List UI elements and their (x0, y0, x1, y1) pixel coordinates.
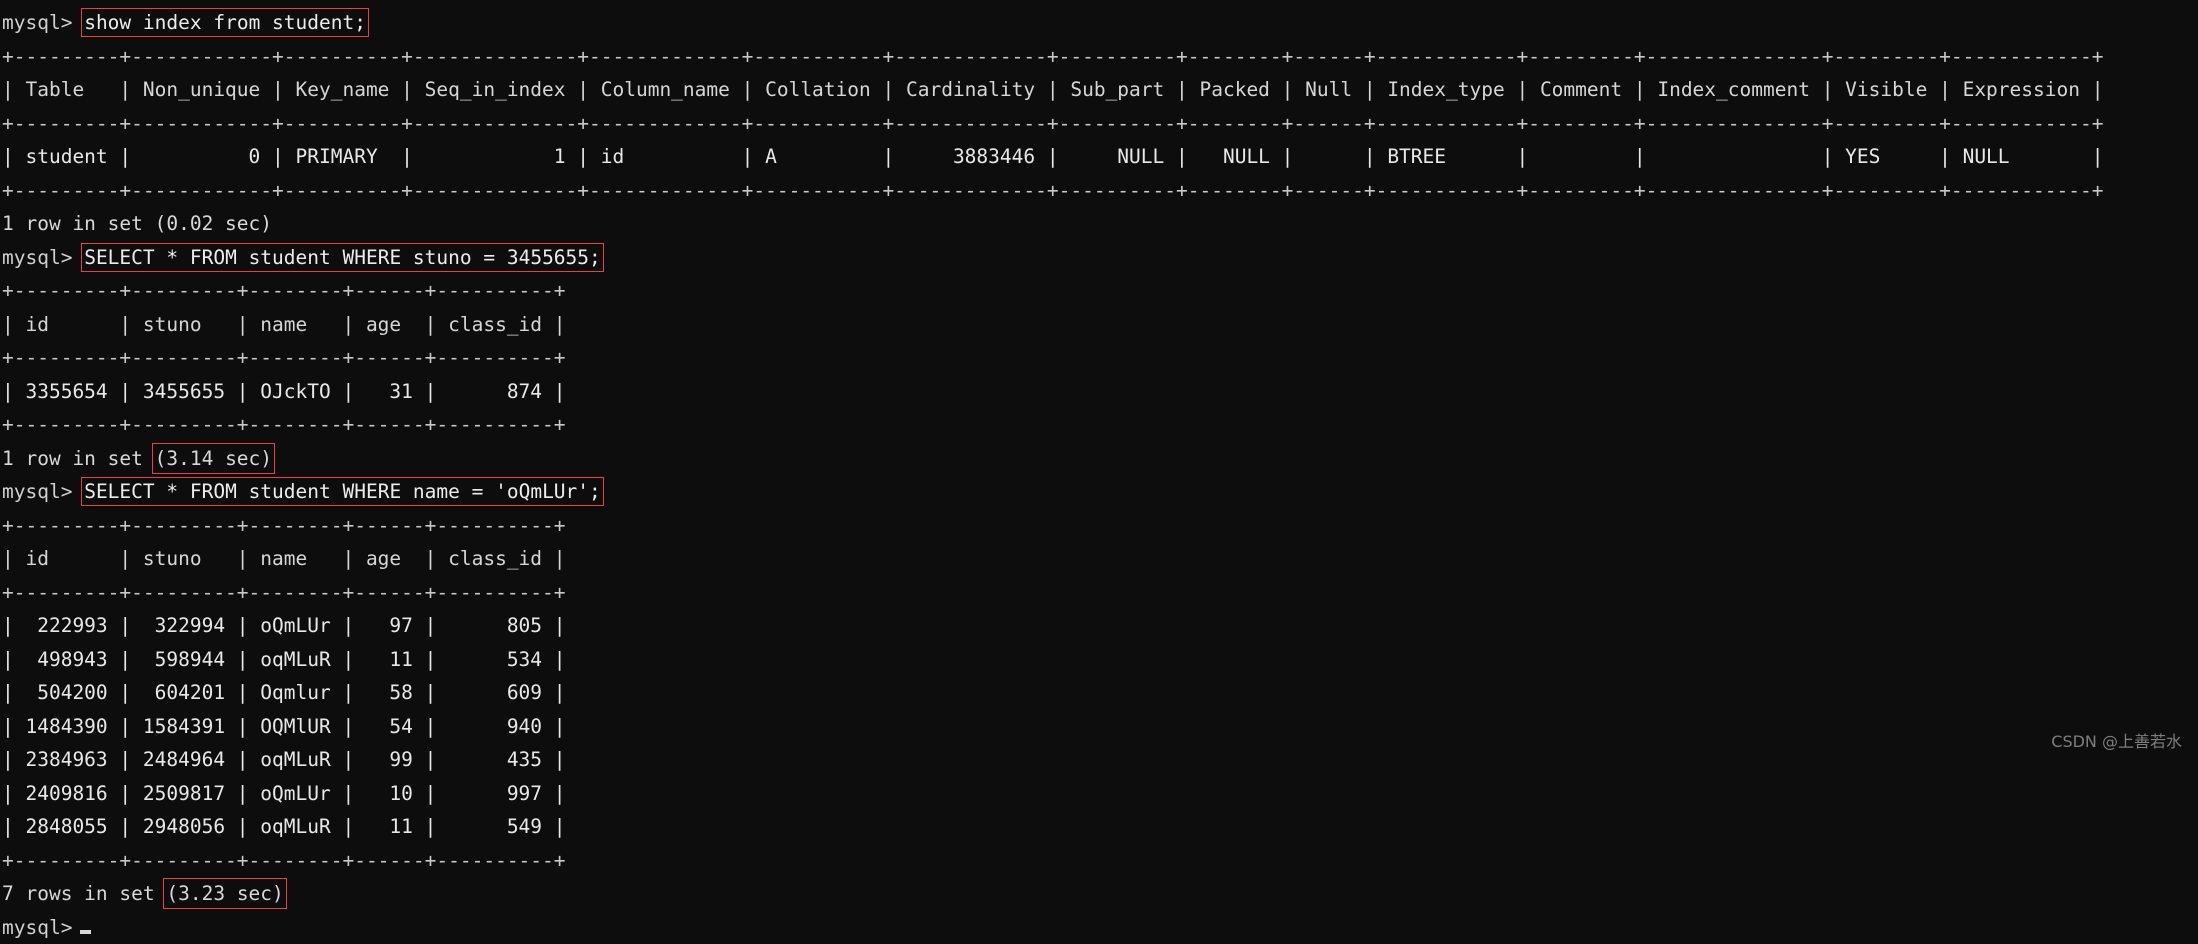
table-1-bottom-rule: +---------+------------+----------+-----… (0, 174, 2198, 208)
final-prompt-line[interactable]: mysql> (0, 911, 2198, 944)
table-3-header-rule: +---------+---------+--------+------+---… (0, 576, 2198, 610)
terminal-window[interactable]: mysql> show index from student; +-------… (0, 0, 2198, 762)
command-line-2: mysql> SELECT * FROM student WHERE stuno… (0, 241, 2198, 275)
prompt-2: mysql> (2, 246, 72, 269)
table-3-header: | id | stuno | name | age | class_id | (0, 542, 2198, 576)
table-3-bottom-rule: +---------+---------+--------+------+---… (0, 844, 2198, 878)
prompt-final: mysql> (2, 916, 72, 939)
table-row: | 504200 | 604201 | Oqmlur | 58 | 609 | (0, 676, 2198, 710)
table-2-header-rule: +---------+---------+--------+------+---… (0, 341, 2198, 375)
table-2-header: | id | stuno | name | age | class_id | (0, 308, 2198, 342)
prompt-3: mysql> (2, 480, 72, 503)
command-line-1: mysql> show index from student; (0, 6, 2198, 40)
table-row: | 3355654 | 3455655 | OJckTO | 31 | 874 … (0, 375, 2198, 409)
table-2-bottom-rule: +---------+---------+--------+------+---… (0, 408, 2198, 442)
status-2-time: (3.14 sec) (155, 447, 272, 470)
sql-command-2: SELECT * FROM student WHERE stuno = 3455… (84, 246, 601, 269)
status-2-prefix: 1 row in set (2, 447, 155, 470)
table-row: | 222993 | 322994 | oQmLUr | 97 | 805 | (0, 609, 2198, 643)
status-line-1: 1 row in set (0.02 sec) (0, 207, 2198, 241)
table-1-header: | Table | Non_unique | Key_name | Seq_in… (0, 73, 2198, 107)
sql-command-3: SELECT * FROM student WHERE name = 'oQmL… (84, 480, 601, 503)
status-3-prefix: 7 rows in set (2, 882, 166, 905)
table-1-header-rule: +---------+------------+----------+-----… (0, 107, 2198, 141)
table-row: | 2409816 | 2509817 | oQmLUr | 10 | 997 … (0, 777, 2198, 811)
table-row: | 2384963 | 2484964 | oqMLuR | 99 | 435 … (0, 743, 2198, 777)
status-3-time: (3.23 sec) (166, 882, 283, 905)
table-row: | 2848055 | 2948056 | oqMLuR | 11 | 549 … (0, 810, 2198, 844)
table-row: | student | 0 | PRIMARY | 1 | id | A | 3… (0, 140, 2198, 174)
text-cursor (80, 930, 91, 934)
table-row: | 1484390 | 1584391 | OQMlUR | 54 | 940 … (0, 710, 2198, 744)
status-line-2: 1 row in set (3.14 sec) (0, 442, 2198, 476)
status-line-3: 7 rows in set (3.23 sec) (0, 877, 2198, 911)
sql-command-1: show index from student; (84, 11, 366, 34)
command-line-3: mysql> SELECT * FROM student WHERE name … (0, 475, 2198, 509)
watermark: CSDN @上善若水 (2051, 728, 2182, 752)
table-1-top-rule: +---------+------------+----------+-----… (0, 40, 2198, 74)
table-2-top-rule: +---------+---------+--------+------+---… (0, 274, 2198, 308)
prompt-1: mysql> (2, 11, 72, 34)
table-3-top-rule: +---------+---------+--------+------+---… (0, 509, 2198, 543)
table-row: | 498943 | 598944 | oqMLuR | 11 | 534 | (0, 643, 2198, 677)
